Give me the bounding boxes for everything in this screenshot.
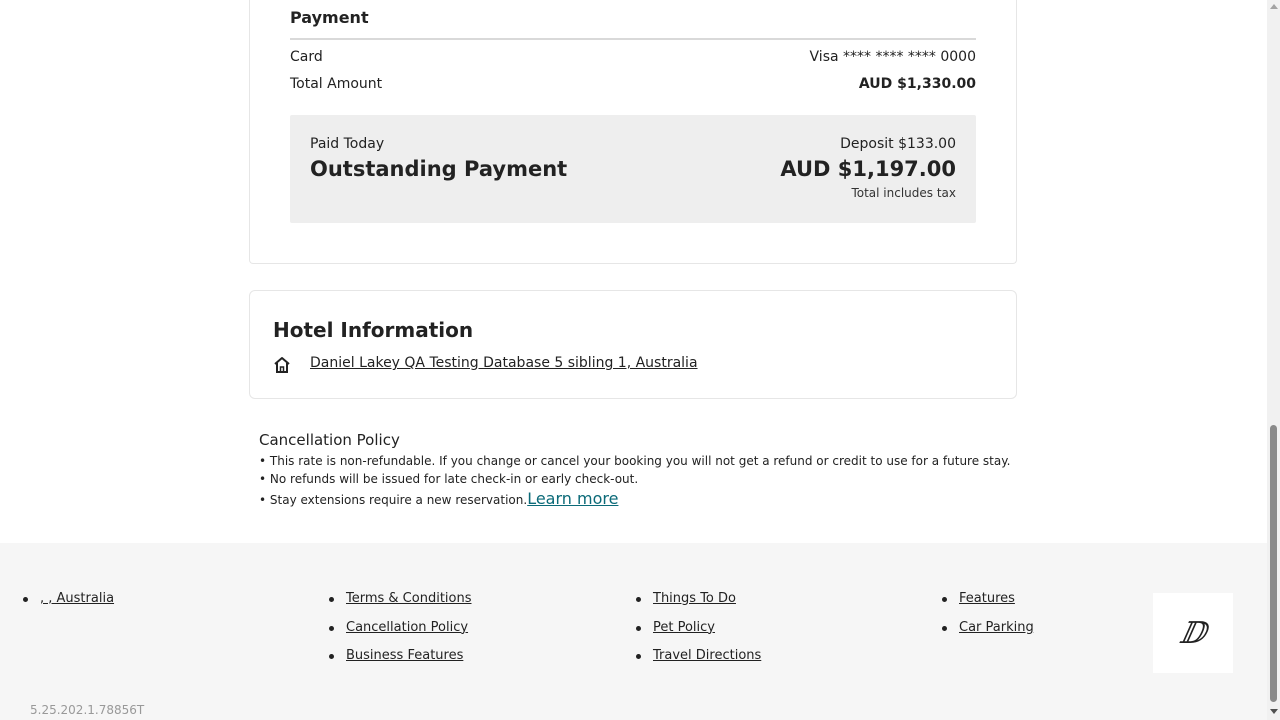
footer-link-business-features[interactable]: Business Features: [346, 648, 463, 663]
cancellation-policy-line-text: • Stay extensions require a new reservat…: [259, 493, 528, 507]
card-row: Card Visa **** **** **** 0000: [290, 49, 976, 65]
scroll-up-icon[interactable]: [1270, 4, 1278, 9]
footer-list-item: Things To Do: [636, 591, 761, 620]
cancellation-policy-section: Cancellation Policy • This rate is non-r…: [259, 431, 1019, 509]
outstanding-payment-label: Outstanding Payment: [310, 157, 568, 181]
paid-today-label: Paid Today: [310, 136, 385, 152]
footer-link-location[interactable]: , , Australia: [40, 591, 114, 606]
footer-list-item: Features: [942, 591, 1034, 620]
total-label: Total Amount: [290, 76, 383, 92]
deposit-amount: Deposit $133.00: [840, 136, 956, 152]
footer: , , Australia Terms & Conditions Cancell…: [0, 543, 1267, 720]
footer-link-features[interactable]: Features: [959, 591, 1015, 606]
scroll-down-icon[interactable]: [1270, 709, 1278, 714]
card-label: Card: [290, 49, 323, 65]
payment-heading: Payment: [290, 8, 369, 27]
version-label: 5.25.202.1.78856T: [30, 703, 145, 717]
footer-link-cancellation-policy[interactable]: Cancellation Policy: [346, 620, 468, 635]
cancellation-policy-line-last: • Stay extensions require a new reservat…: [259, 490, 1019, 509]
footer-column-features: Features Car Parking: [942, 591, 1034, 648]
footer-column-policies: Terms & Conditions Cancellation Policy B…: [329, 591, 472, 677]
cancellation-policy-line: • No refunds will be issued for late che…: [259, 472, 639, 486]
outstanding-payment-amount: AUD $1,197.00: [780, 157, 956, 181]
footer-column-local: Things To Do Pet Policy Travel Direction…: [636, 591, 761, 677]
footer-link-pet-policy[interactable]: Pet Policy: [653, 620, 715, 635]
footer-list-item: Travel Directions: [636, 648, 761, 677]
footer-column-location: , , Australia: [23, 591, 114, 620]
footer-list-item: Terms & Conditions: [329, 591, 472, 620]
brand-logo-mark: ⅅ: [1179, 615, 1206, 651]
hotel-address-link[interactable]: Daniel Lakey QA Testing Database 5 sibli…: [310, 355, 698, 371]
footer-link-terms[interactable]: Terms & Conditions: [346, 591, 472, 606]
home-icon: [272, 355, 292, 375]
tax-note: Total includes tax: [851, 186, 956, 200]
footer-list-item: Business Features: [329, 648, 472, 677]
cancellation-policy-heading: Cancellation Policy: [259, 431, 400, 449]
cancellation-policy-line: • This rate is non-refundable. If you ch…: [259, 454, 1011, 468]
payment-divider: [290, 38, 976, 40]
scrollbar-thumb[interactable]: [1270, 425, 1277, 702]
outstanding-payment-box: Paid Today Deposit $133.00 Outstanding P…: [290, 115, 976, 223]
footer-link-things-to-do[interactable]: Things To Do: [653, 591, 736, 606]
footer-list-item: , , Australia: [23, 591, 114, 620]
footer-list-item: Cancellation Policy: [329, 620, 472, 649]
footer-list-item: Pet Policy: [636, 620, 761, 649]
brand-logo[interactable]: ⅅ: [1153, 593, 1233, 673]
card-value: Visa **** **** **** 0000: [809, 49, 976, 65]
vertical-scrollbar[interactable]: [1267, 0, 1280, 720]
hotel-information-heading: Hotel Information: [273, 318, 474, 342]
footer-list-item: Car Parking: [942, 620, 1034, 649]
payment-card: Payment Card Visa **** **** **** 0000 To…: [249, 0, 1017, 264]
footer-link-car-parking[interactable]: Car Parking: [959, 620, 1034, 635]
total-value: AUD $1,330.00: [858, 76, 976, 92]
hotel-information-card: Hotel Information Daniel Lakey QA Testin…: [249, 290, 1017, 399]
footer-link-travel-directions[interactable]: Travel Directions: [653, 648, 761, 663]
learn-more-link[interactable]: Learn more: [527, 489, 618, 508]
total-row: Total Amount AUD $1,330.00: [290, 76, 976, 92]
